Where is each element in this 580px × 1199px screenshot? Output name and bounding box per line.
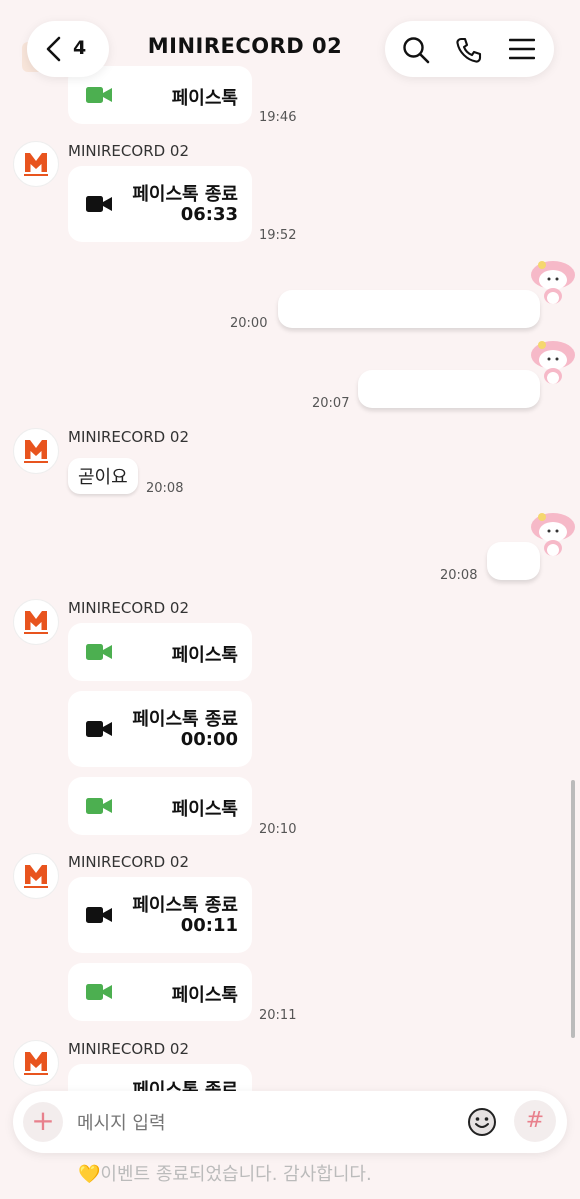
timestamp: 20:00: [230, 316, 268, 331]
message-input[interactable]: [75, 1107, 459, 1139]
call-label: 페이스톡: [171, 985, 238, 1006]
chevron-left-icon: [46, 36, 61, 62]
call-label: 페이스톡 종료: [132, 709, 238, 730]
unread-count: 4: [73, 37, 87, 59]
facetalk-call-bubble[interactable]: 페이스톡: [68, 777, 252, 835]
minirecord-logo-icon: [24, 865, 48, 888]
call-label: 페이스톡 종료: [132, 184, 238, 205]
avatar[interactable]: [13, 141, 59, 187]
timestamp: 19:52: [259, 228, 297, 243]
avatar[interactable]: [13, 1040, 59, 1086]
timestamp: 19:46: [259, 110, 297, 125]
sent-message-bubble[interactable]: [358, 370, 540, 408]
facetalk-call-bubble[interactable]: 페이스톡: [68, 963, 252, 1021]
call-duration: 00:00: [180, 729, 238, 750]
facetalk-end-bubble[interactable]: 페이스톡 종료 00:11: [68, 877, 252, 953]
timestamp: 20:08: [146, 481, 184, 496]
message-composer: + #: [13, 1091, 567, 1153]
video-camera-icon: [86, 721, 112, 737]
call-label: 페이스톡 종료: [132, 895, 238, 916]
facetalk-end-bubble[interactable]: 페이스톡 종료 00:00: [68, 691, 252, 767]
search-icon[interactable]: [402, 36, 430, 64]
call-label: 페이스톡: [171, 645, 238, 666]
avatar[interactable]: [13, 428, 59, 474]
back-button[interactable]: 4: [27, 21, 109, 77]
sender-name: MINIRECORD 02: [68, 853, 190, 871]
event-notice: 💛이벤트 종료되었습니다. 감사합니다.: [78, 1164, 372, 1185]
video-camera-icon: [86, 984, 112, 1000]
sender-name: MINIRECORD 02: [68, 1040, 190, 1058]
sender-name: MINIRECORD 02: [68, 428, 190, 446]
menu-icon[interactable]: [509, 38, 535, 60]
timestamp: 20:10: [259, 822, 297, 837]
call-label: 페이스톡: [171, 799, 238, 820]
sent-message-bubble[interactable]: [487, 542, 540, 580]
avatar[interactable]: [13, 853, 59, 899]
page-title: MINIRECORD 02: [147, 34, 343, 58]
video-camera-icon: [86, 196, 112, 212]
facetalk-call-bubble[interactable]: 페이스톡: [68, 623, 252, 681]
attach-plus-button[interactable]: +: [23, 1102, 63, 1142]
sender-name: MINIRECORD 02: [68, 142, 190, 160]
facetalk-end-bubble[interactable]: 페이스톡 종료 06:33: [68, 166, 252, 242]
minirecord-logo-icon: [24, 440, 48, 463]
sent-message-bubble[interactable]: [278, 290, 540, 328]
scrollbar[interactable]: [571, 780, 575, 1038]
video-camera-icon: [86, 907, 112, 923]
facetalk-call-bubble[interactable]: 페이스톡: [68, 66, 252, 124]
phone-icon[interactable]: [455, 36, 483, 64]
call-duration: 00:11: [180, 915, 238, 936]
minirecord-logo-icon: [24, 1052, 48, 1075]
timestamp: 20:07: [312, 396, 350, 411]
video-camera-icon: [86, 87, 112, 103]
emoji-icon[interactable]: [467, 1107, 497, 1137]
video-camera-icon: [86, 798, 112, 814]
timestamp: 20:08: [440, 568, 478, 583]
call-duration: 06:33: [180, 204, 238, 225]
header-actions: [385, 21, 554, 77]
call-label: 페이스톡: [171, 88, 238, 109]
minirecord-logo-icon: [24, 153, 48, 176]
sender-name: MINIRECORD 02: [68, 599, 190, 617]
timestamp: 20:11: [259, 1008, 297, 1023]
avatar[interactable]: [13, 599, 59, 645]
hashtag-button[interactable]: #: [514, 1100, 556, 1142]
minirecord-logo-icon: [24, 611, 48, 634]
video-camera-icon: [86, 644, 112, 660]
received-message-bubble[interactable]: 곧이요: [68, 458, 138, 494]
